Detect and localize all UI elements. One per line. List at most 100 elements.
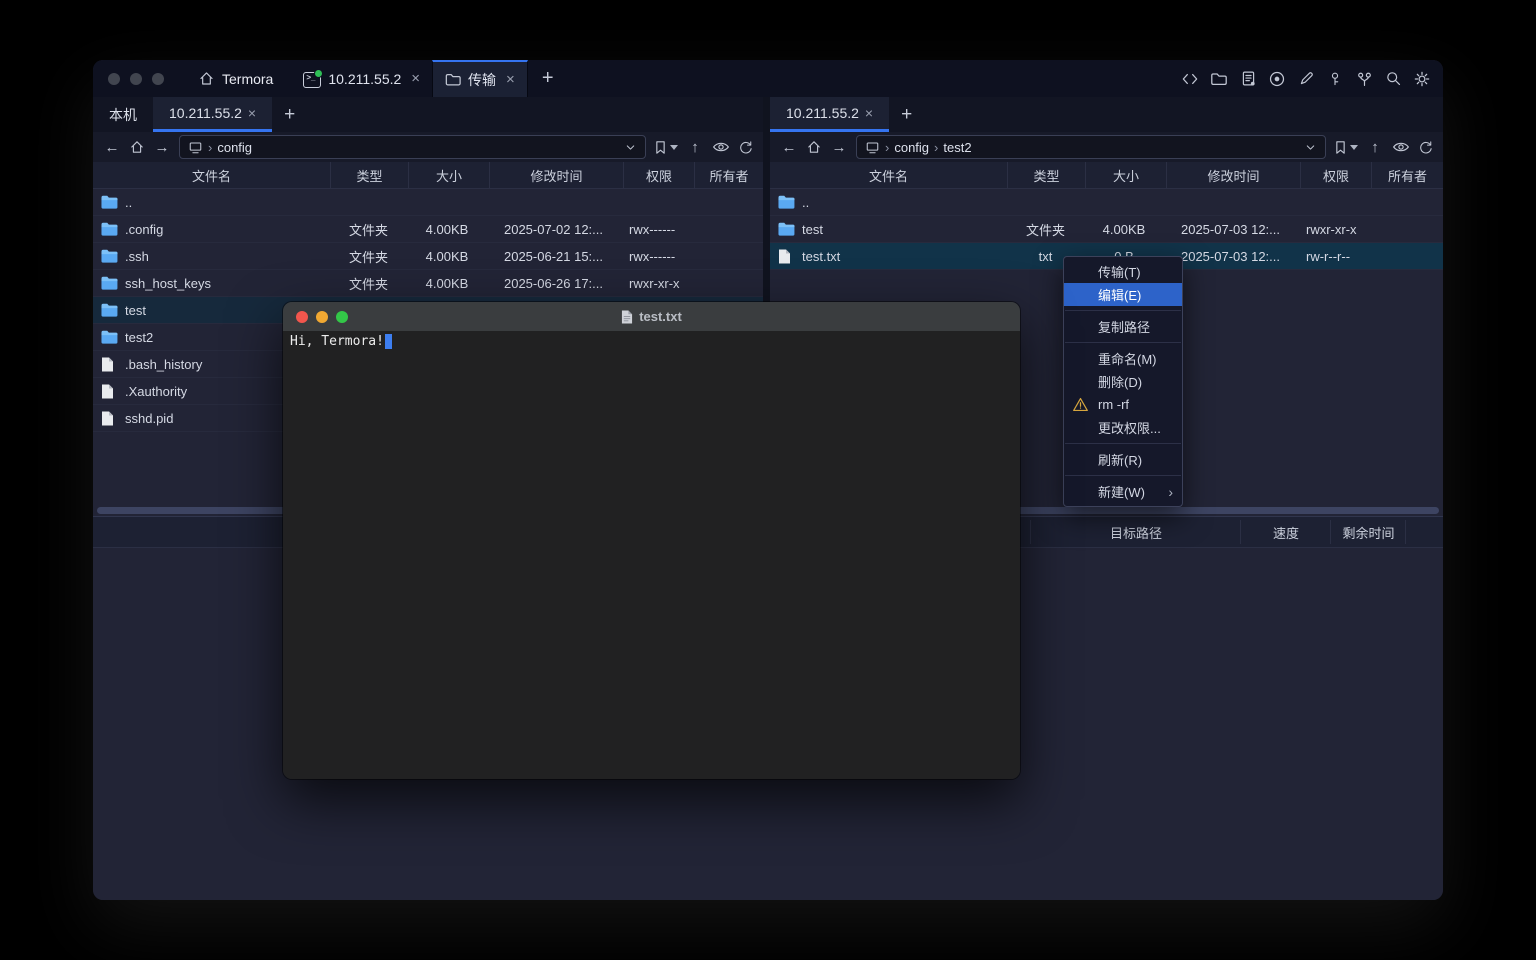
table-row[interactable]: test 文件夹4.00KB2025-07-03 12:...rwxr-xr-x — [770, 216, 1443, 243]
menu-item-change-permissions[interactable]: 更改权限... — [1064, 416, 1182, 439]
log-icon[interactable] — [1239, 70, 1257, 88]
context-menu: 传输(T) 编辑(E) 复制路径 重命名(M) 删除(D) rm -rf 更改权… — [1063, 256, 1183, 507]
new-tab-button[interactable]: + — [528, 60, 568, 97]
breadcrumb-segment[interactable]: config — [894, 140, 929, 155]
column-header-size[interactable]: 大小 — [409, 162, 490, 188]
menu-item-transfer[interactable]: 传输(T) — [1064, 260, 1182, 283]
minimize-window-button[interactable] — [130, 73, 142, 85]
tab-home[interactable]: Termora — [180, 60, 291, 97]
back-button[interactable]: ← — [103, 139, 121, 156]
column-header-perm[interactable]: 权限 — [624, 162, 695, 188]
edit-icon[interactable] — [1297, 70, 1315, 88]
column-header-mtime[interactable]: 修改时间 — [490, 162, 624, 188]
breadcrumb-segment[interactable]: config — [217, 140, 252, 155]
tab-remote-right[interactable]: 10.211.55.2 × — [770, 97, 889, 132]
table-row[interactable]: .. — [93, 189, 763, 216]
forward-button[interactable]: → — [153, 139, 171, 156]
editor-window: test.txt Hi, Termora! — [283, 302, 1020, 779]
menu-item-rename[interactable]: 重命名(M) — [1064, 347, 1182, 370]
keychain-icon[interactable] — [1355, 70, 1373, 88]
breadcrumb-separator: › — [934, 140, 938, 155]
upload-button[interactable]: ↑ — [686, 139, 704, 156]
column-header-owner[interactable]: 所有者 — [695, 162, 763, 188]
menu-item-delete[interactable]: 删除(D) — [1064, 370, 1182, 393]
folder-icon — [101, 303, 118, 318]
breadcrumb-separator: › — [885, 140, 889, 155]
menu-separator — [1065, 475, 1181, 476]
column-divider[interactable] — [1240, 520, 1241, 544]
close-tab-icon[interactable]: × — [506, 71, 515, 88]
tab-transfer-active[interactable]: 传输 × — [432, 60, 528, 97]
chevron-down-icon[interactable] — [1350, 145, 1358, 150]
tab-local[interactable]: 本机 — [93, 97, 153, 132]
column-header-filename[interactable]: 文件名 — [93, 162, 331, 188]
tab-terminal-session[interactable]: >_ 10.211.55.2 × — [291, 60, 432, 97]
column-header-remaining-time[interactable]: 剩余时间 — [1332, 517, 1405, 547]
folder-icon — [778, 222, 795, 237]
editor-titlebar[interactable]: test.txt — [283, 302, 1020, 331]
code-icon[interactable] — [1181, 70, 1199, 88]
home-icon — [198, 70, 215, 87]
upload-button[interactable]: ↑ — [1366, 139, 1384, 156]
table-row[interactable]: .ssh 文件夹4.00KB2025-06-21 15:...rwx------ — [93, 243, 763, 270]
path-breadcrumb-field[interactable]: › config › test2 — [856, 135, 1326, 159]
breadcrumb-segment[interactable]: test2 — [943, 140, 971, 155]
column-header-owner[interactable]: 所有者 — [1372, 162, 1443, 188]
column-header-speed[interactable]: 速度 — [1242, 517, 1330, 547]
bookmark-button[interactable] — [654, 140, 678, 155]
column-divider[interactable] — [1330, 520, 1331, 544]
right-pane-toolbar: ← → › config › test2 ↑ — [770, 132, 1443, 162]
show-hidden-eye-icon[interactable] — [712, 140, 730, 154]
table-row[interactable]: ssh_host_keys 文件夹4.00KB2025-06-26 17:...… — [93, 270, 763, 297]
forward-button[interactable]: → — [830, 139, 848, 156]
close-tab-icon[interactable]: × — [248, 105, 256, 121]
zoom-window-button[interactable] — [152, 73, 164, 85]
column-header-filename[interactable]: 文件名 — [770, 162, 1008, 188]
chevron-down-icon[interactable] — [1304, 141, 1317, 154]
editor-text: Hi, Termora! — [290, 334, 384, 349]
refresh-icon[interactable] — [738, 140, 753, 155]
column-divider[interactable] — [1405, 520, 1406, 544]
editor-content[interactable]: Hi, Termora! — [283, 331, 1020, 779]
column-header-type[interactable]: 类型 — [1008, 162, 1086, 188]
refresh-icon[interactable] — [1418, 140, 1433, 155]
folder-icon[interactable] — [1210, 70, 1228, 88]
close-window-button[interactable] — [108, 73, 120, 85]
path-breadcrumb-field[interactable]: › config — [179, 135, 646, 159]
tab-remote-left[interactable]: 10.211.55.2 × — [153, 97, 272, 132]
new-pane-tab-button[interactable]: + — [889, 97, 924, 132]
table-row[interactable]: .. — [770, 189, 1443, 216]
column-header-perm[interactable]: 权限 — [1301, 162, 1372, 188]
home-button[interactable] — [129, 139, 145, 155]
new-pane-tab-button[interactable]: + — [272, 97, 307, 132]
bookmark-button[interactable] — [1334, 140, 1358, 155]
menu-item-edit-highlighted[interactable]: 编辑(E) — [1064, 283, 1182, 306]
left-pane-tabs: 本机 10.211.55.2 × + — [93, 97, 763, 132]
window-controls[interactable] — [93, 60, 180, 97]
text-cursor — [385, 334, 392, 349]
record-icon[interactable] — [1268, 70, 1286, 88]
key-icon[interactable] — [1326, 70, 1344, 88]
menu-separator — [1065, 310, 1181, 311]
table-row[interactable]: .config 文件夹4.00KB2025-07-02 12:...rwx---… — [93, 216, 763, 243]
chevron-down-icon[interactable] — [624, 141, 637, 154]
submenu-arrow-icon: › — [1168, 484, 1173, 500]
file-icon — [778, 249, 795, 264]
column-header-target-path[interactable]: 目标路径 — [1032, 517, 1240, 547]
column-header-size[interactable]: 大小 — [1086, 162, 1167, 188]
column-header-type[interactable]: 类型 — [331, 162, 409, 188]
home-button[interactable] — [806, 139, 822, 155]
menu-item-new[interactable]: 新建(W) › — [1064, 480, 1182, 503]
menu-item-refresh[interactable]: 刷新(R) — [1064, 448, 1182, 471]
menu-item-copy-path[interactable]: 复制路径 — [1064, 315, 1182, 338]
close-tab-icon[interactable]: × — [411, 70, 420, 87]
show-hidden-eye-icon[interactable] — [1392, 140, 1410, 154]
back-button[interactable]: ← — [780, 139, 798, 156]
settings-gear-icon[interactable] — [1413, 70, 1431, 88]
chevron-down-icon[interactable] — [670, 145, 678, 150]
menu-item-rm-rf[interactable]: rm -rf — [1064, 393, 1182, 416]
close-tab-icon[interactable]: × — [865, 105, 873, 121]
column-divider[interactable] — [1030, 520, 1031, 544]
search-icon[interactable] — [1384, 70, 1402, 88]
column-header-mtime[interactable]: 修改时间 — [1167, 162, 1301, 188]
